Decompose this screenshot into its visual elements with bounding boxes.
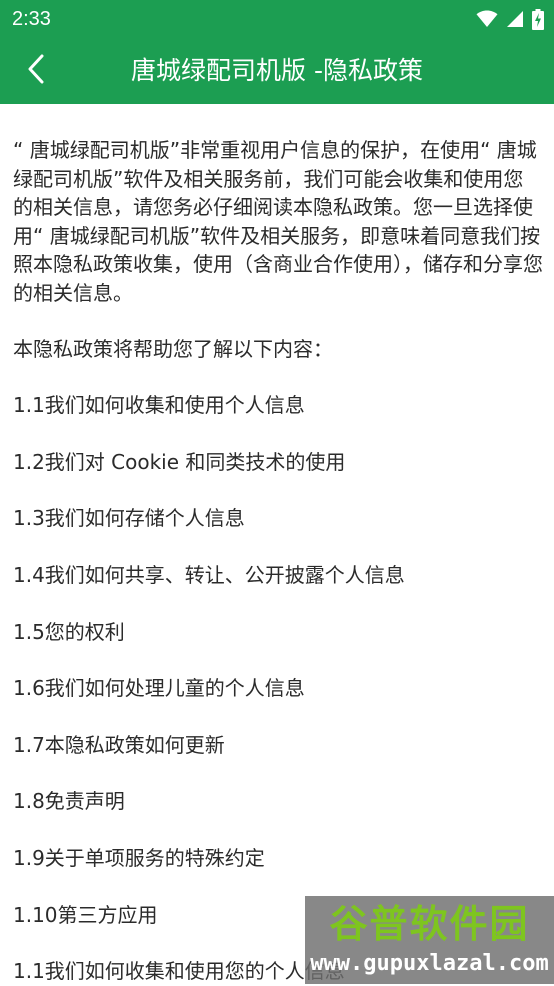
toc-item: 1.1我们如何收集和使用个人信息	[13, 393, 305, 418]
toc-item: 1.9关于单项服务的特殊约定	[13, 845, 265, 870]
signal-icon	[506, 10, 524, 28]
watermark-title: 谷普软件园	[329, 902, 530, 946]
chevron-left-icon	[26, 54, 46, 88]
page-title: 唐城绿配司机版 -隐私政策	[131, 56, 423, 85]
status-bar: 2:33	[0, 0, 554, 38]
privacy-policy-content: “ 唐城绿配司机版”非常重视用户信息的保护，在使用“ 唐城绿配司机版”软件及相关…	[13, 104, 543, 986]
wifi-icon	[476, 10, 498, 28]
watermark-logo: 谷普软件园 www.gupuxlazal.com	[305, 896, 554, 984]
toc-item: 1.2我们对 Cookie 和同类技术的使用	[13, 449, 346, 474]
status-time: 2:33	[12, 8, 51, 30]
toc-item: 1.3我们如何存储个人信息	[13, 506, 245, 531]
app-bar: 唐城绿配司机版 -隐私政策	[0, 38, 554, 104]
toc-item: 1.8免责声明	[13, 789, 125, 814]
toc-item: 1.7本隐私政策如何更新	[13, 732, 225, 757]
battery-charging-icon	[532, 8, 544, 30]
toc-item: 1.5您的权利	[13, 619, 125, 644]
back-button[interactable]	[12, 47, 60, 95]
intro-paragraph: “ 唐城绿配司机版”非常重视用户信息的保护，在使用“ 唐城绿配司机版”软件及相关…	[13, 138, 543, 305]
toc-heading: 本隐私政策将帮助您了解以下内容：	[13, 336, 333, 361]
status-icons	[476, 8, 544, 30]
toc-item: 1.4我们如何共享、转让、公开披露个人信息	[13, 562, 405, 587]
toc-item: 1.6我们如何处理儿童的个人信息	[13, 676, 305, 701]
watermark-url: www.gupuxlazal.com	[310, 951, 549, 976]
